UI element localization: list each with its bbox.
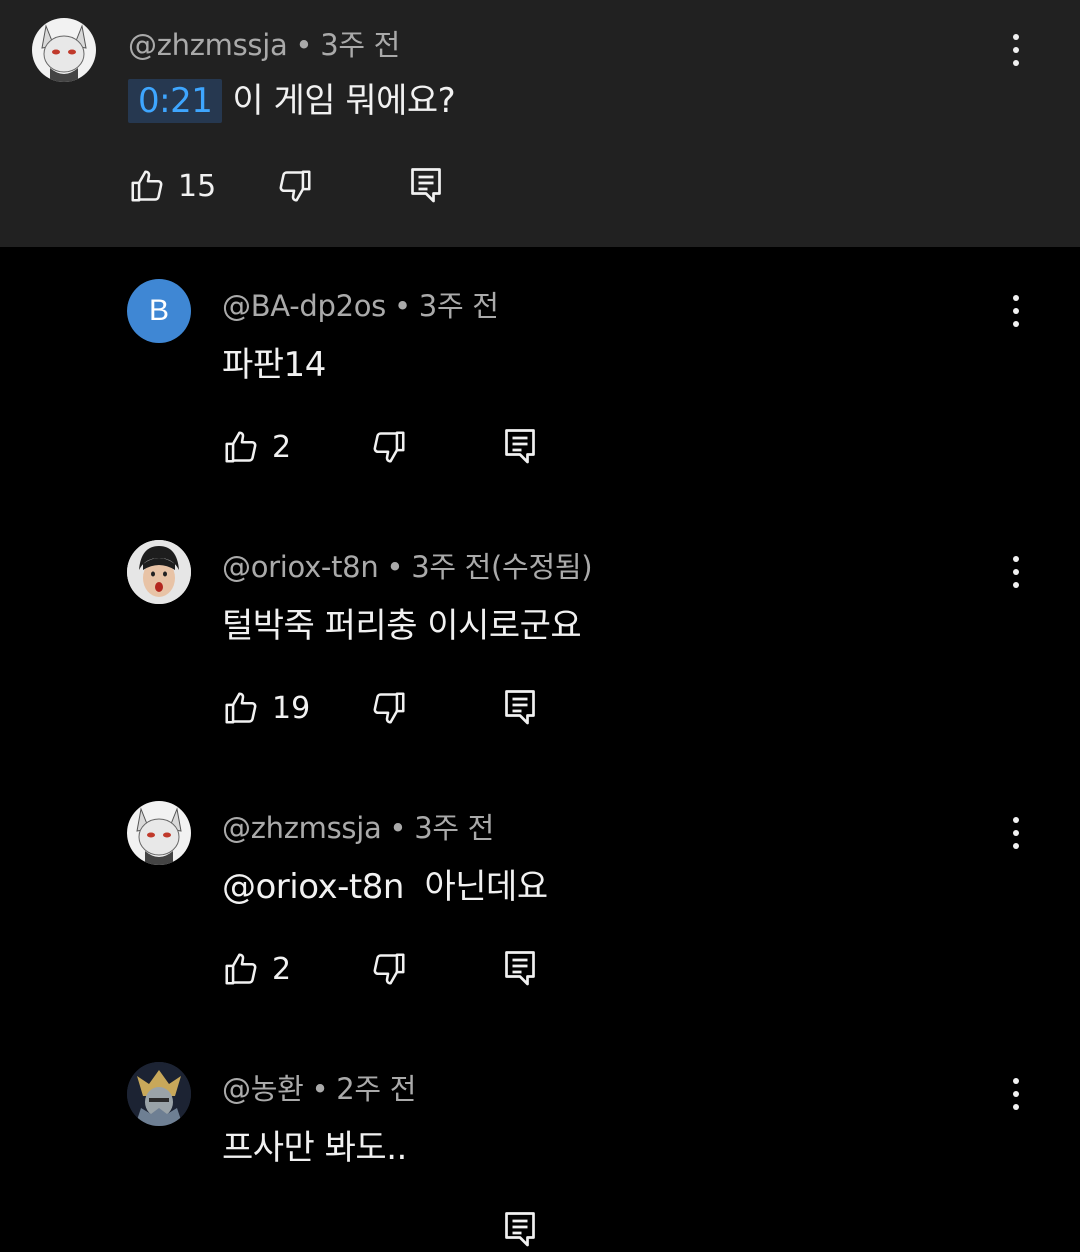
- comment-author[interactable]: @BA-dp2os: [222, 289, 386, 323]
- avatar-letter: B: [148, 294, 169, 327]
- dislike-button[interactable]: [276, 164, 314, 208]
- wolf-avatar[interactable]: [32, 18, 96, 82]
- dislike-button[interactable]: [370, 686, 408, 730]
- comment-author[interactable]: @zhzmssja: [222, 811, 382, 845]
- like-count: 19: [272, 690, 311, 726]
- comment-actions: 2: [222, 947, 622, 991]
- separator-dot: •: [295, 28, 313, 62]
- thumbs-up-icon: [225, 953, 257, 985]
- reply-icon: [505, 1212, 535, 1247]
- comment-author[interactable]: @oriox-t8n: [222, 550, 379, 584]
- thumbs-down-icon: [373, 431, 405, 463]
- like-count: 15: [178, 168, 217, 204]
- reply-icon: [505, 429, 535, 464]
- dislike-button[interactable]: [370, 947, 408, 991]
- comment-meta: @zhzmssja • 3주 전: [222, 805, 494, 847]
- reply-icon: [505, 690, 535, 725]
- thumbs-up-icon: [131, 170, 163, 202]
- comment-meta: @zhzmssja • 3주 전: [128, 22, 400, 64]
- reply-button[interactable]: [502, 686, 538, 730]
- like-button[interactable]: 19: [222, 686, 310, 730]
- comment-actions: 2: [222, 425, 622, 469]
- comment-body: 파판14: [222, 345, 326, 385]
- reply-comment: @농환 • 2주 전 프사만 봐도..: [0, 1030, 1080, 1247]
- more-vert-icon[interactable]: [1002, 30, 1030, 70]
- reply-comment: @oriox-t8n • 3주 전(수정됨) 털박죽 퍼리충 이시로군요 19: [0, 508, 1080, 769]
- reply-button[interactable]: [408, 164, 444, 208]
- comment-actions: 19: [222, 686, 622, 730]
- more-vert-icon[interactable]: [1002, 291, 1030, 331]
- comment-time[interactable]: 3주 전: [419, 289, 499, 323]
- reply-icon: [505, 951, 535, 986]
- comment-text: 0:21 이 게임 뭐에요?: [128, 73, 456, 123]
- like-button[interactable]: 2: [222, 425, 291, 469]
- thumbs-up-icon: [225, 692, 257, 724]
- thumbs-down-icon: [373, 953, 405, 985]
- separator-dot: •: [393, 289, 411, 323]
- like-count: 2: [272, 951, 292, 987]
- comment-time[interactable]: 3주 전: [320, 28, 400, 62]
- like-button[interactable]: 15: [128, 164, 216, 208]
- comment-meta: @BA-dp2os • 3주 전: [222, 283, 499, 325]
- comment-body: 털박죽 퍼리충 이시로군요: [222, 606, 582, 646]
- comment-body: 이 게임 뭐에요?: [232, 81, 456, 121]
- avatar[interactable]: B: [127, 279, 191, 343]
- comment-author[interactable]: @농환: [222, 1072, 304, 1106]
- reply-comment: B @BA-dp2os • 3주 전 파판14 2: [0, 247, 1080, 508]
- thumbs-down-icon: [373, 692, 405, 724]
- timestamp-link[interactable]: 0:21: [128, 79, 223, 123]
- comment-time[interactable]: 3주 전: [414, 811, 494, 845]
- photo-avatar[interactable]: [127, 540, 191, 604]
- separator-dot: •: [389, 811, 407, 845]
- comment-meta: @oriox-t8n • 3주 전(수정됨): [222, 544, 593, 586]
- comment-author[interactable]: @zhzmssja: [128, 28, 288, 62]
- reply-icon: [411, 168, 441, 203]
- comment-actions: [222, 1208, 622, 1252]
- separator-dot: •: [311, 1072, 329, 1106]
- thumbs-up-icon: [225, 431, 257, 463]
- comment-body: 프사만 봐도..: [222, 1128, 407, 1168]
- comment-body: @oriox-t8n 아닌데요: [222, 867, 548, 907]
- wolf-avatar[interactable]: [127, 801, 191, 865]
- comment-meta: @농환 • 2주 전: [222, 1066, 416, 1108]
- reply-comment: @zhzmssja • 3주 전 @oriox-t8n 아닌데요 2: [0, 769, 1080, 1030]
- reply-button[interactable]: [502, 425, 538, 469]
- comment-highlighted: @zhzmssja • 3주 전 0:21 이 게임 뭐에요? 15: [0, 0, 1080, 247]
- comment-time[interactable]: 3주 전(수정됨): [411, 550, 592, 584]
- comment-time[interactable]: 2주 전: [336, 1072, 416, 1106]
- dislike-button[interactable]: [370, 425, 408, 469]
- more-vert-icon[interactable]: [1002, 1074, 1030, 1114]
- like-count: 2: [272, 429, 292, 465]
- reply-button[interactable]: [502, 1208, 538, 1252]
- thumbs-down-icon: [279, 170, 311, 202]
- like-button[interactable]: 2: [222, 947, 291, 991]
- more-vert-icon[interactable]: [1002, 552, 1030, 592]
- comment-actions: 15: [128, 164, 528, 208]
- reply-button[interactable]: [502, 947, 538, 991]
- more-vert-icon[interactable]: [1002, 813, 1030, 853]
- separator-dot: •: [386, 550, 404, 584]
- armored-character-avatar[interactable]: [127, 1062, 191, 1126]
